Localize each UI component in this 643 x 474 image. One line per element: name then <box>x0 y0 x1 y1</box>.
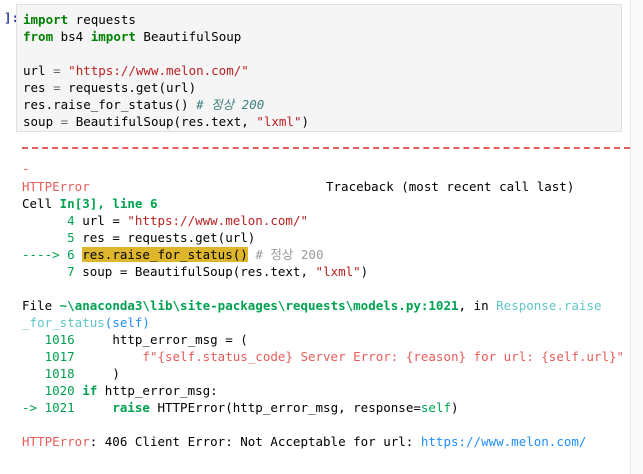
code-line-6: res.raise_for_status() # 정상 200 <box>23 96 264 113</box>
traceback-cell-location: Cell In[3], line 6 <box>22 195 632 212</box>
function-name: Response.raise <box>496 298 602 313</box>
traceback-line-4: 4 url = "https://www.melon.com/" <box>22 212 632 229</box>
keyword: raise <box>74 400 150 415</box>
line-number: 7 <box>22 264 75 279</box>
error-name: HTTPError <box>22 179 90 194</box>
string-literal: "lxml" <box>315 264 361 279</box>
code-text: soup <box>23 114 61 129</box>
error-message: : 406 Client Error: Not Acceptable for u… <box>89 434 421 449</box>
traceback-line-5: 5 res = requests.get(url) <box>22 229 632 246</box>
code-text: ) <box>451 400 459 415</box>
operator: = <box>53 80 61 95</box>
line-number: 1017 <box>22 349 75 364</box>
string-literal: "lxml" <box>256 114 302 129</box>
code-text: http_error_msg: <box>97 383 218 398</box>
code-text: HTTPError(http_error_msg, response= <box>149 400 421 415</box>
self-keyword: self <box>420 400 451 415</box>
keyword: if <box>74 383 98 398</box>
line-number: 5 <box>22 230 75 245</box>
traceback-line-6: ----> 6 res.raise_for_status() # 정상 200 <box>22 246 632 263</box>
code-text: soup = BeautifulSoup(res.text, <box>74 264 316 279</box>
function-args: (self) <box>104 315 150 330</box>
code-text: url <box>23 63 54 78</box>
module-name: requests <box>68 12 136 27</box>
traceback-line-1016: 1016 http_error_msg = ( <box>22 331 632 348</box>
code-text: requests.get(url) <box>60 80 197 95</box>
error-url-link[interactable]: https://www.melon.com/ <box>421 434 587 449</box>
code-text: res <box>23 80 54 95</box>
traceback-header: HTTPError Traceback (most recent call las… <box>22 178 632 195</box>
traceback-line-1020: 1020 if http_error_msg: <box>22 382 632 399</box>
file-path: ~\anaconda3\lib\site-packages\requests\m… <box>59 298 459 313</box>
error-name: HTTPError <box>22 434 90 449</box>
code-line-4: url = "https://www.melon.com/" <box>23 62 249 79</box>
traceback-line-1021: -> 1021 raise HTTPError(http_error_msg, … <box>22 399 632 416</box>
traceback-line-1017: 1017 f"{self.status_code} Server Error: … <box>22 348 632 365</box>
keyword: import <box>90 29 136 44</box>
code-line-1: import requests <box>23 11 136 28</box>
string-literal: "https://www.melon.com/" <box>60 63 249 78</box>
code-line-7: soup = BeautifulSoup(res.text, "lxml") <box>23 113 309 130</box>
comment: # 정상 200 <box>196 97 265 112</box>
keyword: from <box>23 29 54 44</box>
code-text: res = requests.get(url) <box>74 230 256 245</box>
code-text: BeautifulSoup(res.text, <box>68 114 257 129</box>
traceback-line-7: 7 soup = BeautifulSoup(res.text, "lxml") <box>22 263 632 280</box>
file-label: File <box>22 298 60 313</box>
line-number: 1018 <box>22 366 75 381</box>
error-arrow: ----> 6 <box>22 247 75 262</box>
line-number: 4 <box>22 213 75 228</box>
code-text: ) <box>360 264 369 279</box>
traceback-title: Traceback (most recent call last) <box>326 179 575 194</box>
traceback-file-line: File ~\anaconda3\lib\site-packages\reque… <box>22 297 632 314</box>
traceback-separator <box>22 147 630 149</box>
code-text: http_error_msg = ( <box>74 332 248 347</box>
code-line-5: res = requests.get(url) <box>23 79 196 96</box>
right-scroll-gutter[interactable] <box>630 0 643 474</box>
traceback-file-line-cont: _for_status(self) <box>22 314 632 331</box>
error-arrow: -> 1021 <box>22 400 75 415</box>
class-name: BeautifulSoup <box>135 29 242 44</box>
highlighted-call: res.raise_for_status() <box>82 247 248 262</box>
code-text: ) <box>74 366 120 381</box>
operator: = <box>53 63 61 78</box>
final-error-line: HTTPError: 406 Client Error: Not Accepta… <box>22 433 632 450</box>
code-text: res.raise_for_status() <box>23 97 197 112</box>
keyword: import <box>23 12 69 27</box>
code-text: url = <box>74 213 128 228</box>
cell-location: In[3], line 6 <box>59 196 158 211</box>
comment: # 정상 200 <box>247 247 324 262</box>
string-literal: "https://www.melon.com/" <box>127 213 308 228</box>
traceback-line-1018: 1018 ) <box>22 365 632 382</box>
fstring-literal: f"{self.status_code} Server Error: {reas… <box>74 349 625 364</box>
code-cell-input[interactable]: import requests from bs4 import Beautifu… <box>16 4 622 132</box>
line-number: 1020 <box>22 383 75 398</box>
code-line-2: from bs4 import BeautifulSoup <box>23 28 241 45</box>
cell-label: Cell <box>22 196 60 211</box>
function-name: _for_status <box>22 315 105 330</box>
separator-tail: - <box>22 161 30 176</box>
code-text: ) <box>301 114 310 129</box>
code-text: , in <box>458 298 497 313</box>
line-number: 1016 <box>22 332 75 347</box>
module-name: bs4 <box>53 29 91 44</box>
